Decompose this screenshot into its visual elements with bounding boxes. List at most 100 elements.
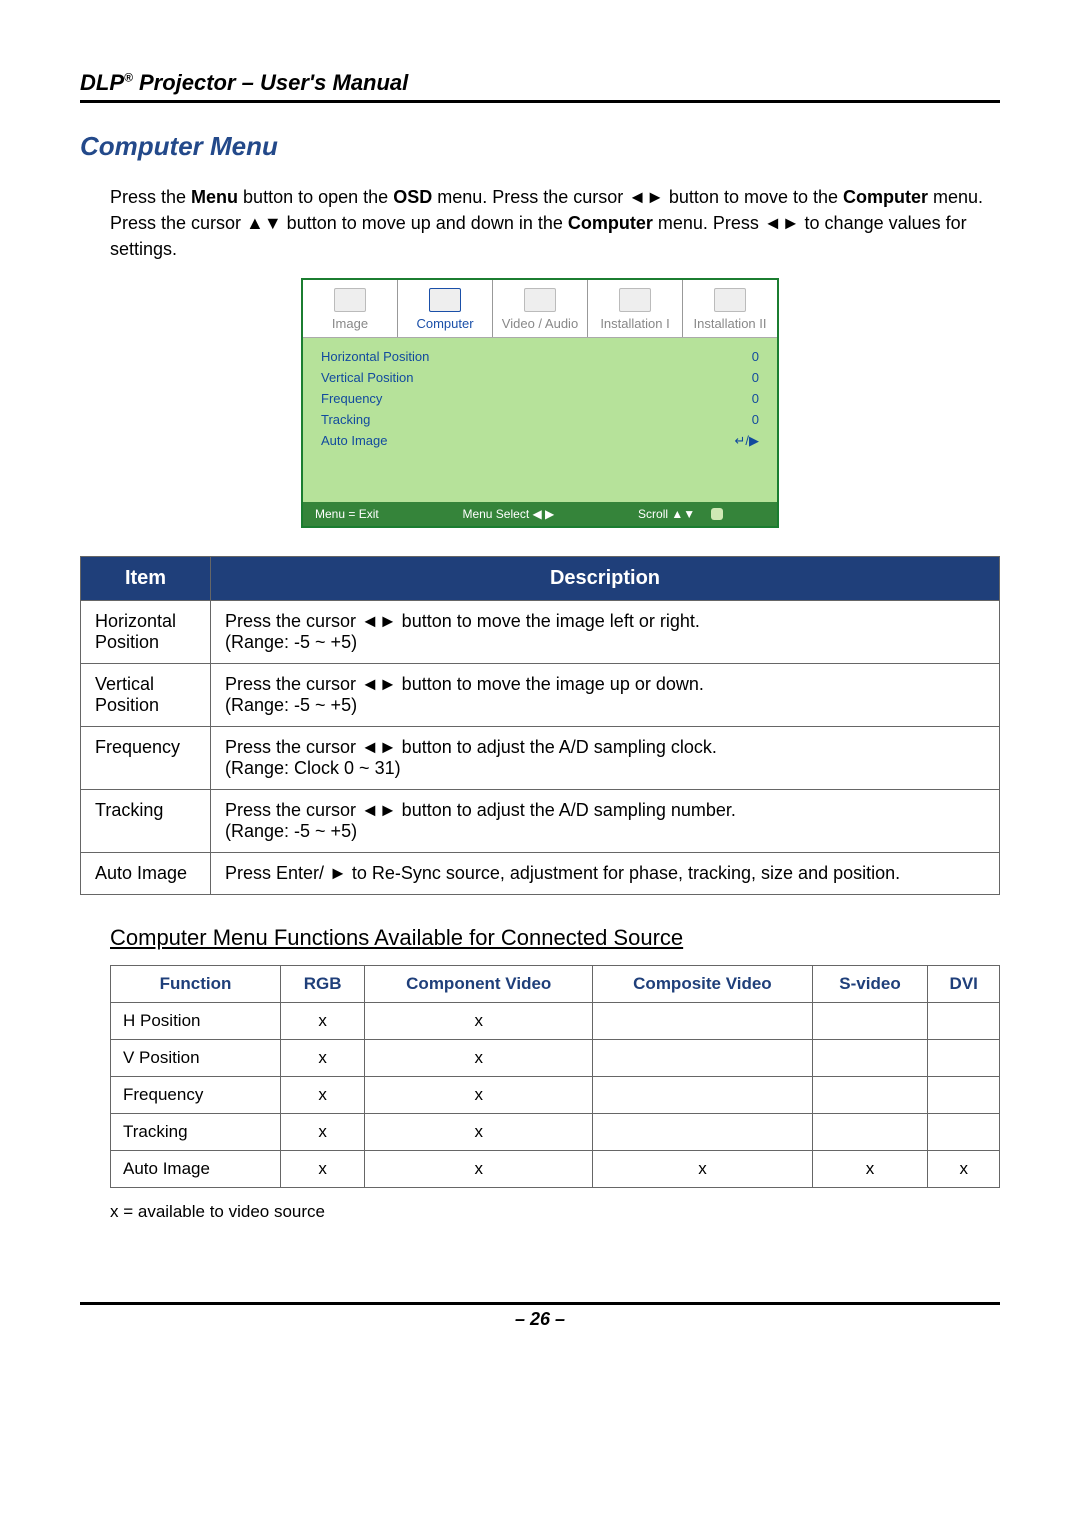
cell-fn: Auto Image xyxy=(111,1151,281,1188)
intro-paragraph: Press the Menu button to open the OSD me… xyxy=(110,184,1000,262)
cell-item: Tracking xyxy=(81,790,211,853)
cell xyxy=(812,1114,928,1151)
cell xyxy=(812,1003,928,1040)
availability-table: Function RGB Component Video Composite V… xyxy=(110,965,1000,1188)
intro-b1: Menu xyxy=(191,187,238,207)
osd-tab-label: Computer xyxy=(416,316,473,331)
intro-b2: OSD xyxy=(393,187,432,207)
osd-row-value: ↵/▶ xyxy=(734,433,759,449)
osd-footer-left: Menu = Exit xyxy=(315,507,379,521)
osd-footer-mid: Menu Select ◀ ▶ xyxy=(462,507,554,521)
cell: x xyxy=(281,1151,365,1188)
availability-note: x = available to video source xyxy=(110,1202,1000,1222)
installation-1-icon xyxy=(619,288,651,312)
table-row: Auto ImagePress Enter/ ► to Re-Sync sour… xyxy=(81,853,1000,895)
cell: x xyxy=(812,1151,928,1188)
cell xyxy=(928,1114,1000,1151)
osd-tab-installation-2: Installation II xyxy=(683,280,777,337)
table-row: TrackingPress the cursor ◄► button to ad… xyxy=(81,790,1000,853)
cell: x xyxy=(365,1040,593,1077)
header-description: Description xyxy=(211,557,1000,601)
osd-tab-computer: Computer xyxy=(398,280,493,337)
cell-fn: H Position xyxy=(111,1003,281,1040)
cell-item: Vertical Position xyxy=(81,664,211,727)
intro-t0: Press the xyxy=(110,187,191,207)
header-item: Item xyxy=(81,557,211,601)
osd-rows: Horizontal Position0 Vertical Position0 … xyxy=(303,338,777,502)
header-dvi: DVI xyxy=(928,966,1000,1003)
computer-icon xyxy=(429,288,461,312)
osd-tab-installation-1: Installation I xyxy=(588,280,683,337)
video-audio-icon xyxy=(524,288,556,312)
header-post: Projector – User's Manual xyxy=(133,70,408,95)
header-pre: DLP xyxy=(80,70,124,95)
osd-footer: Menu = Exit Menu Select ◀ ▶ Scroll ▲▼ xyxy=(303,502,777,526)
cell: x xyxy=(593,1151,812,1188)
header-title: DLP® Projector – User's Manual xyxy=(80,70,408,95)
header-composite: Composite Video xyxy=(593,966,812,1003)
intro-b3: Computer xyxy=(843,187,928,207)
header-rgb: RGB xyxy=(281,966,365,1003)
osd-row-label: Horizontal Position xyxy=(321,349,429,364)
cell-item: Horizontal Position xyxy=(81,601,211,664)
osd-row-label: Vertical Position xyxy=(321,370,414,385)
cell xyxy=(593,1040,812,1077)
cell-fn: V Position xyxy=(111,1040,281,1077)
table-row: H Positionxx xyxy=(111,1003,1000,1040)
cell-fn: Tracking xyxy=(111,1114,281,1151)
table-row: Function RGB Component Video Composite V… xyxy=(111,966,1000,1003)
osd-tab-image: Image xyxy=(303,280,398,337)
osd-tab-label: Installation I xyxy=(600,316,669,331)
table-row: FrequencyPress the cursor ◄► button to a… xyxy=(81,727,1000,790)
cell xyxy=(593,1003,812,1040)
osd-tab-label: Installation II xyxy=(694,316,767,331)
osd-row-value: 0 xyxy=(752,391,759,406)
osd-row-label: Tracking xyxy=(321,412,370,427)
cell: x xyxy=(281,1114,365,1151)
cell xyxy=(928,1003,1000,1040)
table-row: Vertical PositionPress the cursor ◄► but… xyxy=(81,664,1000,727)
cell xyxy=(928,1077,1000,1114)
cell: x xyxy=(281,1077,365,1114)
cell-item: Auto Image xyxy=(81,853,211,895)
cell-desc: Press the cursor ◄► button to move the i… xyxy=(211,601,1000,664)
cell xyxy=(593,1077,812,1114)
registered-mark: ® xyxy=(124,71,133,85)
osd-row-value: 0 xyxy=(752,370,759,385)
osd-tab-video-audio: Video / Audio xyxy=(493,280,588,337)
image-icon xyxy=(334,288,366,312)
osd-footer-right: Scroll ▲▼ xyxy=(638,507,695,521)
cell xyxy=(812,1077,928,1114)
cell: x xyxy=(281,1040,365,1077)
cell-item: Frequency xyxy=(81,727,211,790)
osd-row-label: Frequency xyxy=(321,391,382,406)
cell-desc: Press the cursor ◄► button to adjust the… xyxy=(211,790,1000,853)
osd-panel: Image Computer Video / Audio Installatio… xyxy=(301,278,779,528)
osd-row: Auto Image↵/▶ xyxy=(321,430,759,452)
lamp-icon xyxy=(711,508,723,520)
table-row: Trackingxx xyxy=(111,1114,1000,1151)
osd-row: Vertical Position 0 xyxy=(321,367,759,388)
intro-b4: Computer xyxy=(568,213,653,233)
footer-rule: – 26 – xyxy=(80,1302,1000,1330)
cell xyxy=(812,1040,928,1077)
cell: x xyxy=(365,1003,593,1040)
cell-desc: Press the cursor ◄► button to adjust the… xyxy=(211,727,1000,790)
page: DLP® Projector – User's Manual Computer … xyxy=(0,0,1080,1370)
cell-desc: Press Enter/ ► to Re-Sync source, adjust… xyxy=(211,853,1000,895)
table-row: Frequencyxx xyxy=(111,1077,1000,1114)
cell: x xyxy=(281,1003,365,1040)
page-number: – 26 – xyxy=(80,1305,1000,1330)
table-row: Item Description xyxy=(81,557,1000,601)
osd-row-value: 0 xyxy=(752,412,759,427)
header-function: Function xyxy=(111,966,281,1003)
osd-row-value: 0 xyxy=(752,349,759,364)
table-row: Auto Imagexxxxx xyxy=(111,1151,1000,1188)
subsection-title: Computer Menu Functions Available for Co… xyxy=(110,925,1000,951)
section-title: Computer Menu xyxy=(80,131,1000,162)
intro-t2: menu. Press the cursor ◄► button to move… xyxy=(432,187,843,207)
cell xyxy=(928,1040,1000,1077)
cell: x xyxy=(928,1151,1000,1188)
header-svideo: S-video xyxy=(812,966,928,1003)
osd-screenshot: Image Computer Video / Audio Installatio… xyxy=(80,278,1000,528)
